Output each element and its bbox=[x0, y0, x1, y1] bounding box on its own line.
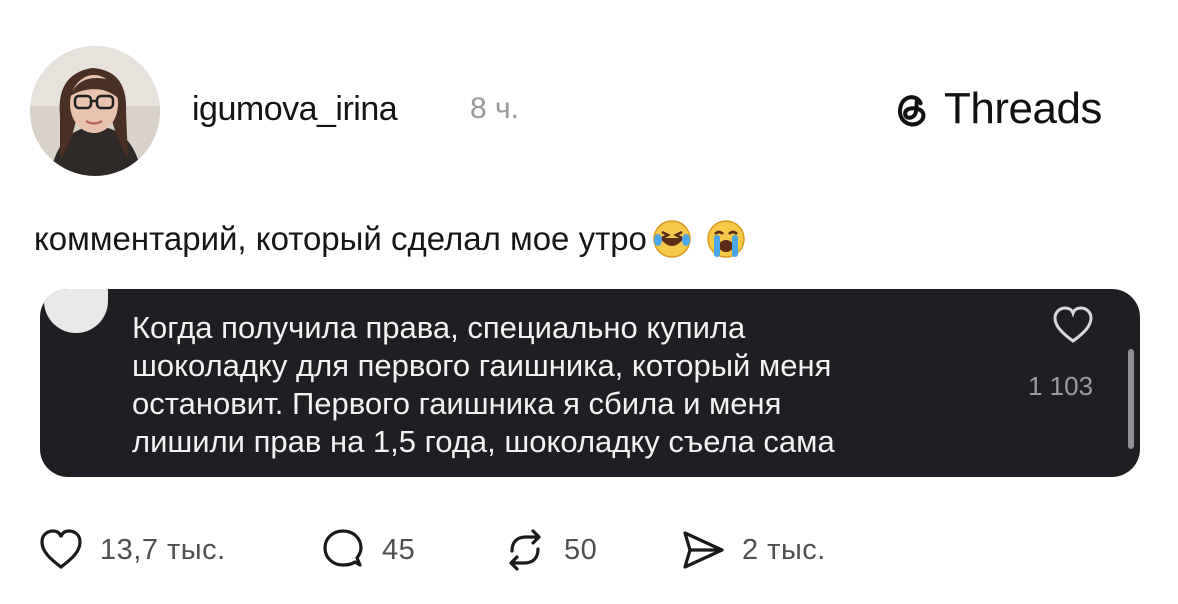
comment-avatar[interactable] bbox=[44, 289, 108, 333]
comment-line: остановит. Первого гаишника я сбила и ме… bbox=[132, 386, 782, 421]
comment-line: лишили прав на 1,5 года, шоколадку съела… bbox=[132, 424, 835, 459]
post-header: igumova_irina 8 ч. Threads bbox=[0, 0, 1178, 200]
reply-button[interactable]: 45 bbox=[320, 520, 415, 580]
send-icon bbox=[683, 531, 724, 569]
avatar[interactable] bbox=[30, 46, 160, 176]
quoted-comment[interactable]: Когда получила права, специально купила … bbox=[40, 289, 1140, 477]
reply-count: 45 bbox=[382, 533, 416, 566]
post-text: комментарий, который сделал мое утро bbox=[34, 218, 747, 260]
like-count: 13,7 тыс. bbox=[100, 533, 226, 566]
threads-brand: Threads bbox=[888, 84, 1102, 134]
threads-logo-icon bbox=[898, 95, 926, 127]
post-actions: 13,7 тыс. 45 50 2 тыс. bbox=[0, 520, 1178, 580]
post-text-content: комментарий, который сделал мое утро bbox=[34, 220, 647, 257]
share-button[interactable]: 2 тыс. bbox=[680, 520, 826, 580]
heart-icon bbox=[40, 529, 82, 570]
brand-name: Threads bbox=[944, 84, 1102, 133]
post-time: 8 ч. bbox=[470, 92, 519, 125]
comment-text: Когда получила права, специально купила … bbox=[132, 309, 1032, 461]
comment-scrollbar[interactable] bbox=[1128, 349, 1134, 449]
repost-button[interactable]: 50 bbox=[502, 520, 597, 580]
comment-like-count: 1 103 bbox=[1028, 371, 1094, 401]
comment-like-icon[interactable] bbox=[1052, 305, 1094, 345]
comment-line: шоколадку для первого гаишника, который … bbox=[132, 348, 832, 383]
share-count: 2 тыс. bbox=[742, 533, 826, 566]
repost-count: 50 bbox=[564, 533, 598, 566]
username[interactable]: igumova_irina bbox=[192, 90, 398, 129]
comment-bubble-icon bbox=[323, 529, 363, 567]
repost-icon bbox=[509, 529, 541, 571]
rolling-laughing-emoji-icon bbox=[653, 220, 691, 258]
like-button[interactable]: 13,7 тыс. bbox=[38, 520, 226, 580]
comment-line: Когда получила права, специально купила bbox=[132, 310, 746, 345]
loudly-crying-emoji-icon bbox=[707, 220, 745, 258]
